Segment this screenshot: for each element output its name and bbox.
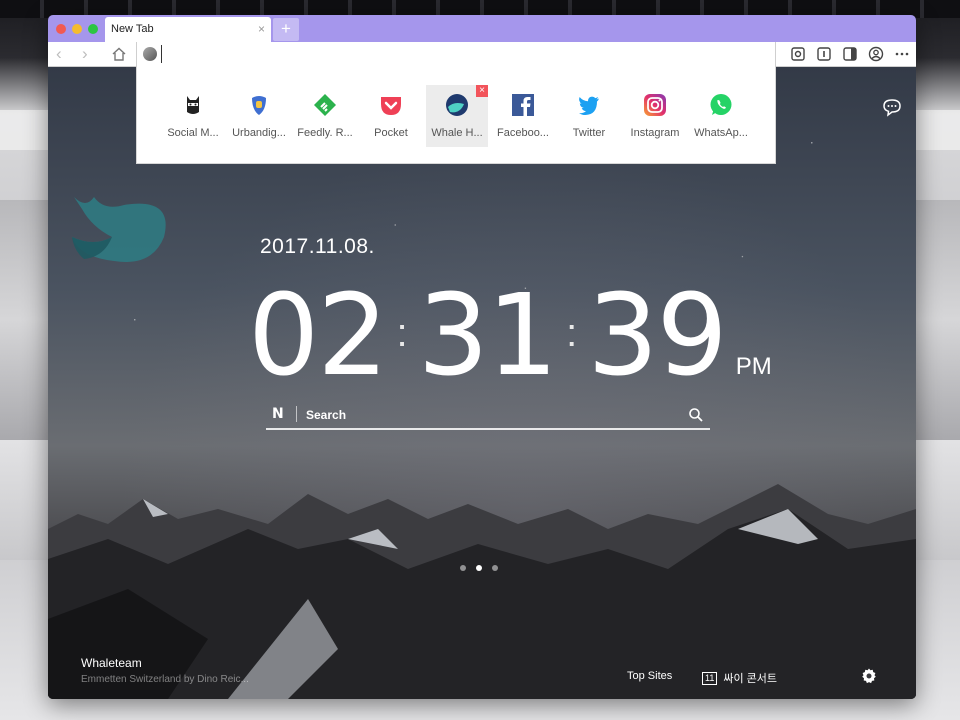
search-icon[interactable] [688, 407, 704, 423]
top-site-label: Social M... [167, 127, 219, 139]
photo-credit[interactable]: Whaleteam Emmetten Switzerland by Dino R… [81, 656, 249, 685]
clock-minutes: 31 [417, 271, 559, 401]
forward-button[interactable]: › [82, 44, 88, 64]
clock-hours: 02 [248, 271, 389, 401]
tab-new-tab[interactable]: New Tab × [105, 17, 271, 42]
whale-logo-icon [72, 197, 166, 262]
naver-logo-icon[interactable]: N [272, 406, 284, 422]
top-sites-link[interactable]: Top Sites [627, 670, 672, 682]
tab-bar: New Tab × + [48, 15, 916, 42]
trending-search-link[interactable]: 11 싸이 콘서트 [702, 670, 777, 686]
clock-display: 02 : 31 : 39 PM [248, 271, 772, 401]
browser-window: New Tab × + ‹ › Social M... Urbandig... … [48, 15, 916, 699]
top-site-label: Twitter [572, 127, 606, 139]
reader-icon[interactable] [816, 46, 832, 62]
top-site-item[interactable]: Feedly. R... [294, 85, 356, 147]
sidebar-icon[interactable] [842, 46, 858, 62]
home-icon[interactable] [111, 46, 127, 62]
clock-ampm: PM [735, 353, 772, 380]
trending-search-label: 싸이 콘서트 [723, 673, 777, 685]
whatsapp-icon [707, 91, 735, 119]
top-site-item[interactable]: WhatsAp... [690, 85, 752, 147]
window-minimize-button[interactable] [72, 24, 82, 34]
page-indicator [460, 565, 498, 571]
top-site-item[interactable]: Whale H... × [426, 85, 488, 147]
top-site-label: Urbandig... [232, 127, 286, 139]
top-site-item[interactable]: Urbandig... [228, 85, 290, 147]
window-close-button[interactable] [56, 24, 66, 34]
page-dot-active[interactable] [476, 565, 482, 571]
top-site-item[interactable]: Pocket [360, 85, 422, 147]
new-tab-button[interactable]: + [273, 18, 299, 41]
address-bar[interactable] [136, 42, 776, 67]
pocket-icon [377, 91, 405, 119]
settings-gear-icon[interactable] [860, 667, 878, 685]
top-site-label: WhatsAp... [694, 127, 748, 139]
top-site-item[interactable]: Social M... [162, 85, 224, 147]
trending-rank-badge: 11 [702, 671, 718, 685]
whale-icon [443, 91, 471, 119]
search-input[interactable] [306, 405, 676, 425]
clock-seconds: 39 [587, 271, 728, 401]
page-dot[interactable] [492, 565, 498, 571]
urbandig-icon [245, 91, 273, 119]
remove-site-icon[interactable]: × [476, 85, 488, 97]
twitter-icon [575, 91, 603, 119]
credit-title: Whaleteam [81, 656, 142, 670]
tab-title: New Tab [111, 23, 154, 35]
clock-separator: : [396, 311, 408, 355]
feedly-icon [311, 91, 339, 119]
instagram-icon [641, 91, 669, 119]
top-site-item[interactable]: Twitter [558, 85, 620, 147]
toolbar: ‹ › [48, 42, 916, 67]
chat-icon[interactable] [882, 97, 902, 117]
profile-icon[interactable] [868, 46, 884, 62]
top-site-label: Whale H... [431, 127, 483, 139]
top-sites-dropdown: Social M... Urbandig... Feedly. R... Poc… [136, 67, 776, 164]
top-site-label: Pocket [374, 127, 408, 139]
top-site-label: Faceboo... [497, 127, 549, 139]
back-button[interactable]: ‹ [56, 44, 62, 64]
facebook-icon [509, 91, 537, 119]
top-site-label: Feedly. R... [297, 127, 353, 139]
toolbar-icons [790, 46, 910, 64]
top-site-item[interactable]: Faceboo... [492, 85, 554, 147]
search-bar: N [266, 404, 710, 430]
more-menu-icon[interactable] [894, 46, 910, 62]
address-input[interactable] [161, 45, 761, 63]
search-divider [296, 406, 297, 422]
window-zoom-button[interactable] [88, 24, 98, 34]
tab-close-icon[interactable]: × [258, 22, 265, 36]
site-favicon-icon [143, 47, 157, 61]
date-display: 2017.11.08. [260, 235, 375, 258]
page-dot[interactable] [460, 565, 466, 571]
credit-subtitle: Emmetten Switzerland by Dino Reic... [81, 674, 249, 685]
ninja-icon [179, 91, 207, 119]
top-site-label: Instagram [630, 127, 680, 139]
clock-separator: : [566, 311, 578, 355]
top-site-item[interactable]: Instagram [624, 85, 686, 147]
capture-icon[interactable] [790, 46, 806, 62]
